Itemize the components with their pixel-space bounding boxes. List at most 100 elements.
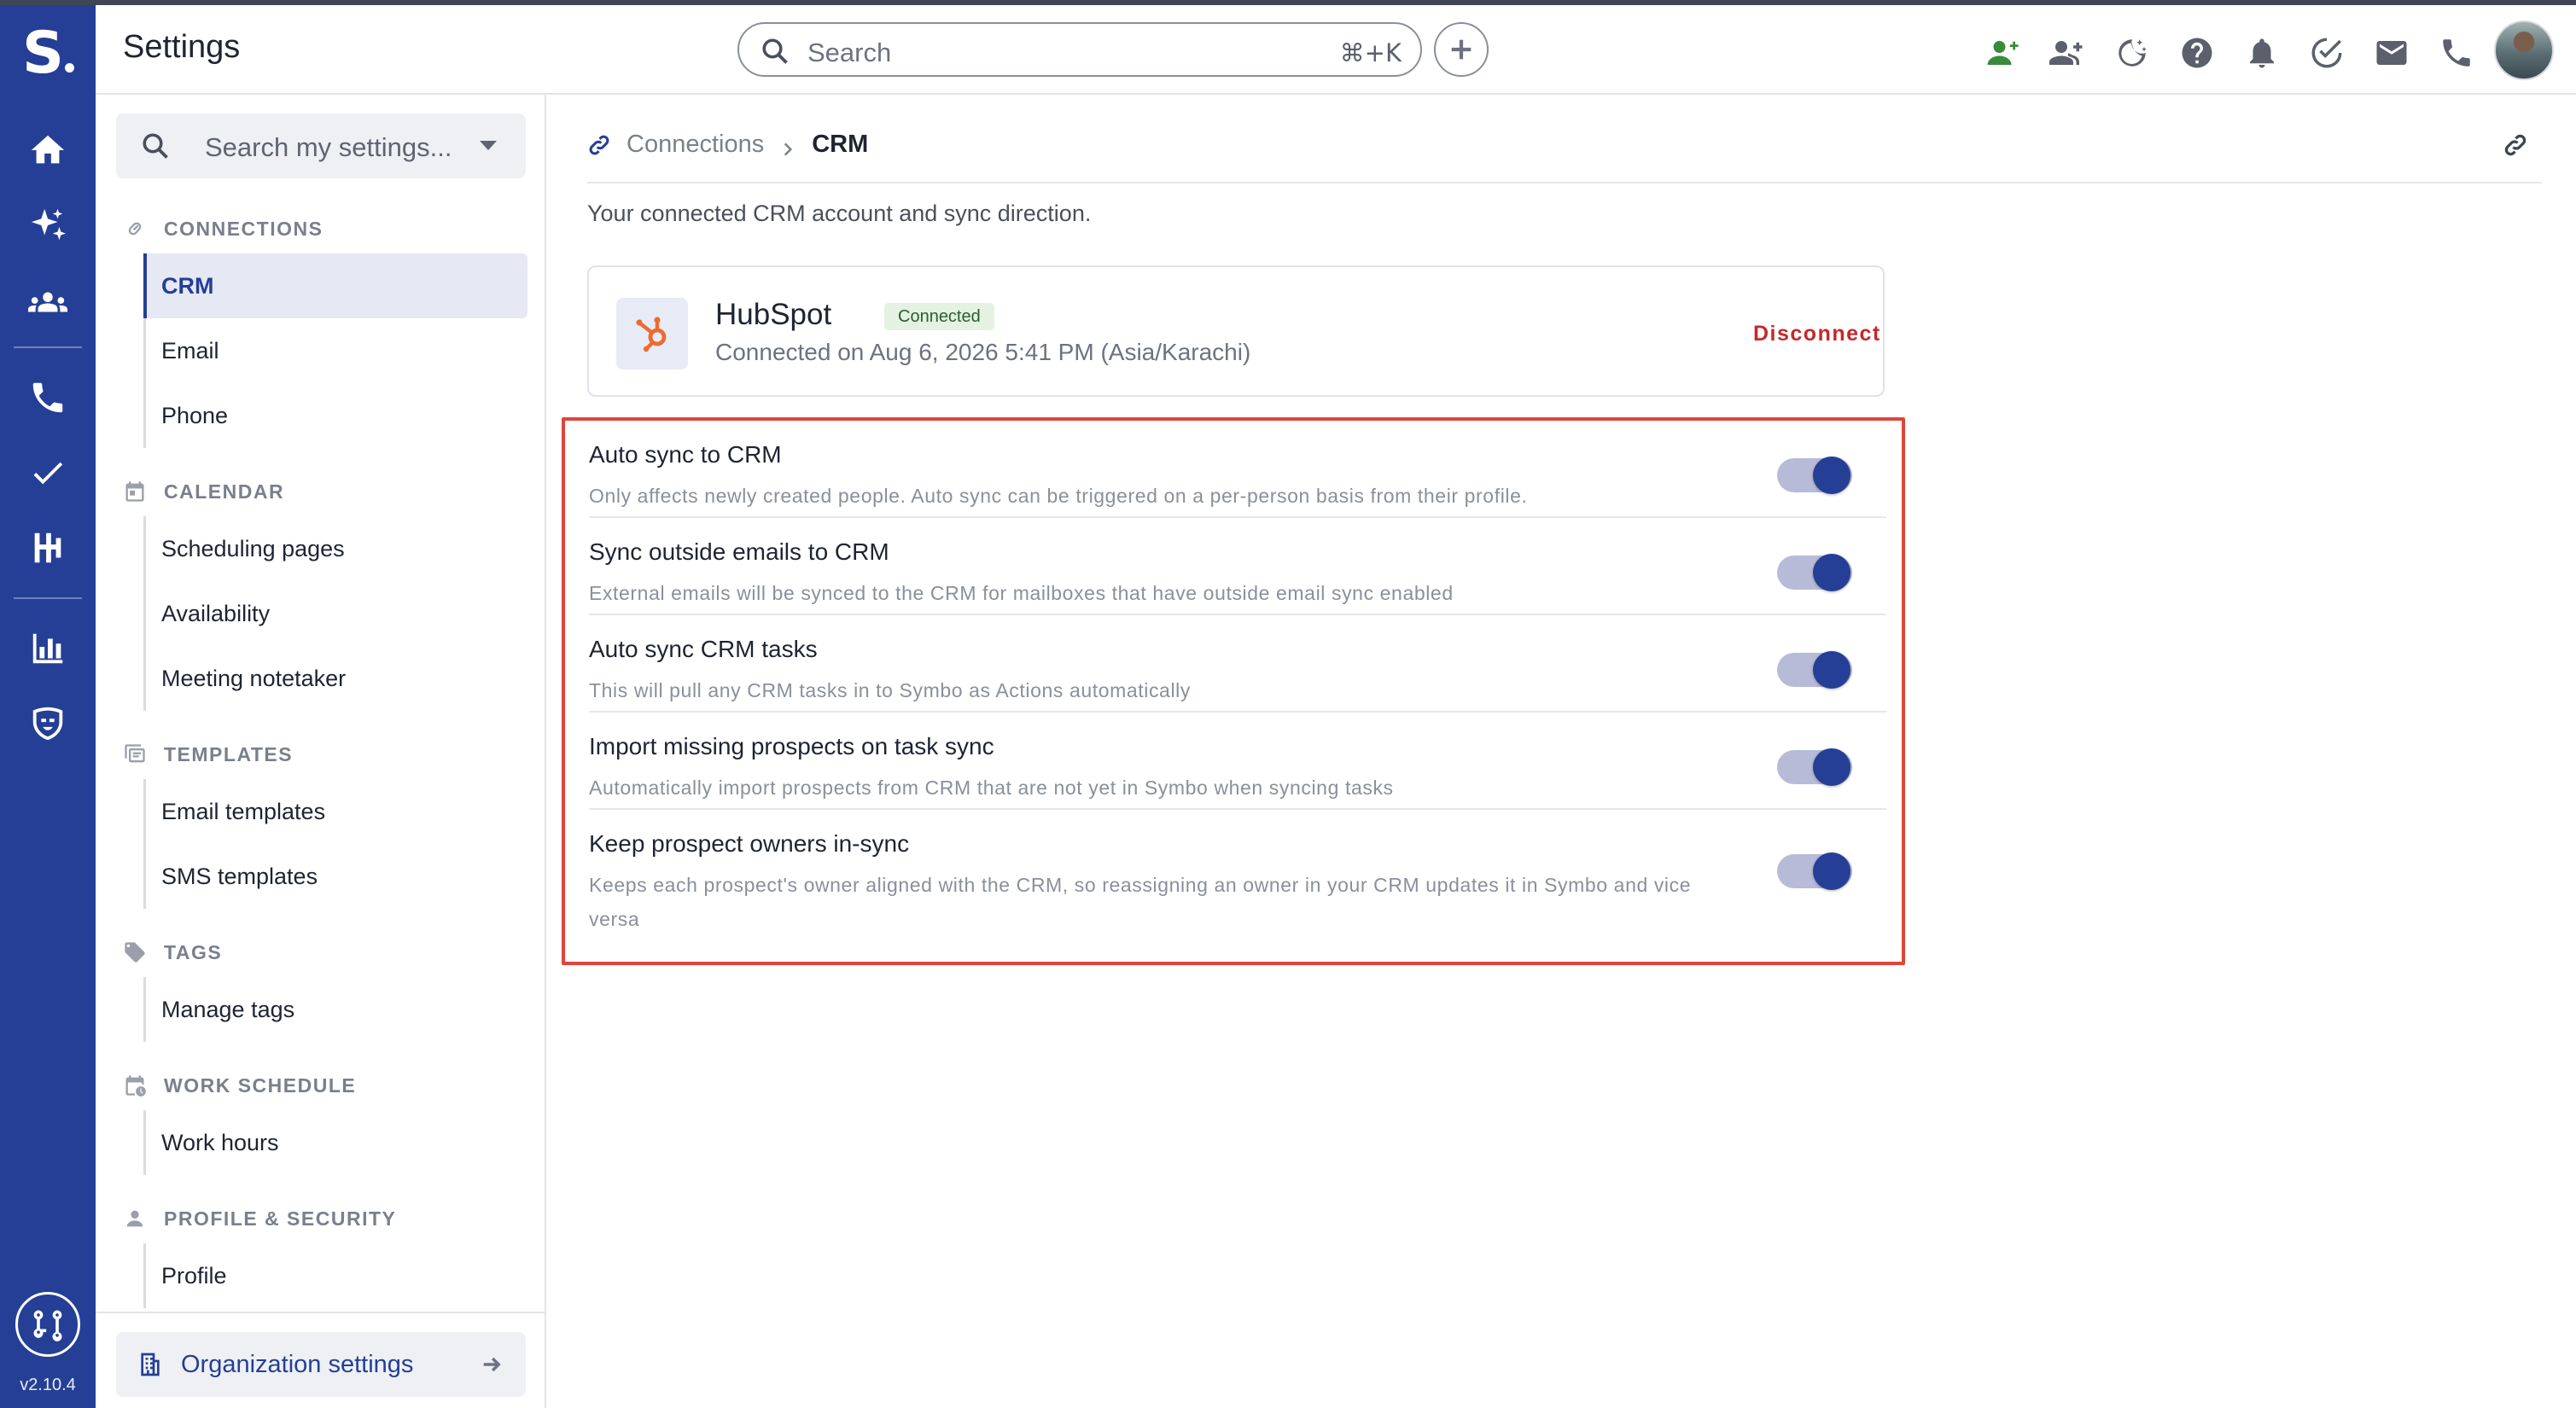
add-group-icon[interactable] bbox=[2049, 34, 2086, 72]
option-keep-owners-in-sync: Keep prospect owners in-sync Keeps each … bbox=[589, 810, 1886, 962]
chevron-down-icon[interactable] bbox=[480, 141, 497, 150]
option-description: External emails will be synced to the CR… bbox=[589, 582, 1454, 604]
section-templates: TEMPLATES bbox=[123, 740, 293, 769]
top-header: Settings Search ⌘+K bbox=[96, 5, 2576, 95]
status-badge: Connected bbox=[884, 303, 994, 330]
settings-sidebar: Search my settings... CONNECTIONS CRM Em… bbox=[96, 95, 546, 1408]
auto-sync-tasks-toggle[interactable] bbox=[1777, 651, 1852, 689]
settings-search-placeholder: Search my settings... bbox=[205, 132, 452, 162]
tag-icon bbox=[123, 940, 147, 964]
toggle-knob bbox=[1813, 748, 1850, 786]
option-title: Keep prospect owners in-sync bbox=[589, 830, 910, 857]
option-auto-sync-crm-tasks: Auto sync CRM tasks This will pull any C… bbox=[589, 615, 1886, 713]
option-sync-outside-emails: Sync outside emails to CRM External emai… bbox=[589, 518, 1886, 615]
sidebar-item-scheduling-pages[interactable]: Scheduling pages bbox=[146, 516, 526, 581]
sparkles-icon[interactable] bbox=[24, 201, 72, 249]
sidebar-item-phone[interactable]: Phone bbox=[146, 383, 526, 448]
import-missing-prospects-toggle[interactable] bbox=[1777, 748, 1852, 786]
auto-sync-toggle[interactable] bbox=[1777, 457, 1852, 494]
toggle-knob bbox=[1813, 651, 1850, 689]
mail-icon[interactable] bbox=[2373, 34, 2410, 72]
app-version: v2.10.4 bbox=[20, 1376, 76, 1394]
copy-link-icon[interactable] bbox=[2503, 132, 2528, 158]
check-icon[interactable] bbox=[24, 449, 72, 497]
link-icon bbox=[123, 217, 147, 241]
hubspot-logo-icon bbox=[616, 298, 688, 369]
owners-in-sync-toggle[interactable] bbox=[1777, 852, 1852, 890]
sidebar-item-work-hours[interactable]: Work hours bbox=[146, 1110, 526, 1175]
search-placeholder: Search bbox=[807, 38, 892, 67]
masks-icon[interactable] bbox=[24, 700, 72, 748]
add-person-icon[interactable] bbox=[1984, 34, 2021, 72]
section-heading: PROFILE & SECURITY bbox=[164, 1207, 397, 1230]
rail-divider bbox=[14, 597, 82, 599]
app-logo[interactable]: S bbox=[22, 24, 77, 84]
integrations-icon[interactable] bbox=[15, 1292, 80, 1357]
templates-nav: Email templates SMS templates bbox=[143, 779, 526, 909]
sync-options-panel: Auto sync to CRM Only affects newly crea… bbox=[562, 417, 1905, 965]
sidebar-item-manage-tags[interactable]: Manage tags bbox=[146, 977, 526, 1042]
do-not-disturb-icon[interactable] bbox=[2113, 34, 2151, 72]
add-button[interactable] bbox=[1434, 22, 1489, 77]
search-icon bbox=[143, 133, 168, 159]
rail-divider bbox=[14, 346, 82, 348]
tags-nav: Manage tags bbox=[143, 977, 526, 1042]
phone-icon[interactable] bbox=[24, 374, 72, 422]
page-subtitle: Your connected CRM account and sync dire… bbox=[587, 201, 1092, 226]
sidebar-item-meeting-notetaker[interactable]: Meeting notetaker bbox=[146, 646, 526, 711]
templates-icon bbox=[123, 742, 147, 766]
organization-settings-label: Organization settings bbox=[181, 1350, 414, 1378]
disconnect-button[interactable]: Disconnect bbox=[1753, 322, 1881, 346]
section-connections: CONNECTIONS bbox=[123, 214, 323, 243]
bell-icon[interactable] bbox=[2243, 34, 2281, 72]
breadcrumb-connections[interactable]: Connections bbox=[627, 131, 764, 159]
search-icon bbox=[762, 38, 788, 64]
toggle-knob bbox=[1813, 554, 1850, 591]
person-icon bbox=[123, 1207, 147, 1231]
section-heading: CALENDAR bbox=[164, 480, 285, 503]
option-description: This will pull any CRM tasks in to Symbo… bbox=[589, 679, 1191, 701]
people-icon[interactable] bbox=[24, 278, 72, 326]
building-icon bbox=[137, 1351, 164, 1378]
arrow-right-icon bbox=[480, 1353, 504, 1376]
option-title: Sync outside emails to CRM bbox=[589, 538, 889, 565]
home-icon[interactable] bbox=[24, 126, 72, 174]
option-description: Keeps each prospect's owner aligned with… bbox=[589, 874, 1692, 930]
section-heading: CONNECTIONS bbox=[164, 217, 323, 240]
crm-connection-card: HubSpot Connected Connected on Aug 6, 20… bbox=[587, 265, 1885, 397]
sidebar-item-crm[interactable]: CRM bbox=[143, 253, 527, 318]
check-circle-icon[interactable] bbox=[2308, 34, 2346, 72]
schedule-icon bbox=[123, 1073, 147, 1097]
option-auto-sync-to-crm: Auto sync to CRM Only affects newly crea… bbox=[589, 421, 1886, 518]
organization-settings-button[interactable]: Organization settings bbox=[116, 1332, 526, 1397]
toggle-knob bbox=[1813, 457, 1850, 494]
sidebar-item-profile[interactable]: Profile bbox=[146, 1243, 526, 1308]
section-heading: TAGS bbox=[164, 940, 223, 963]
option-title: Auto sync CRM tasks bbox=[589, 636, 818, 662]
page-title: Settings bbox=[123, 29, 241, 65]
profile-nav: Profile bbox=[143, 1243, 526, 1308]
section-calendar: CALENDAR bbox=[123, 477, 284, 506]
plus-icon bbox=[1451, 39, 1472, 60]
sidebar-divider bbox=[96, 1312, 545, 1313]
user-avatar[interactable] bbox=[2494, 20, 2554, 80]
global-search-input[interactable]: Search ⌘+K bbox=[737, 22, 1422, 77]
settings-search-input[interactable]: Search my settings... bbox=[116, 113, 526, 178]
option-description: Automatically import prospects from CRM … bbox=[589, 777, 1394, 799]
connections-nav: CRM Email Phone bbox=[143, 253, 527, 448]
sidebar-item-email-templates[interactable]: Email templates bbox=[146, 779, 526, 844]
main-content: Connections CRM Your connected CRM accou… bbox=[546, 95, 2576, 1408]
sidebar-item-email[interactable]: Email bbox=[146, 318, 526, 383]
option-description: Only affects newly created people. Auto … bbox=[589, 485, 1528, 507]
calendar-icon bbox=[123, 480, 147, 503]
sidebar-item-availability[interactable]: Availability bbox=[146, 581, 526, 646]
sequence-icon[interactable] bbox=[24, 524, 72, 572]
chart-icon[interactable] bbox=[24, 625, 72, 672]
section-work-schedule: WORK SCHEDULE bbox=[123, 1071, 356, 1100]
section-heading: WORK SCHEDULE bbox=[164, 1073, 357, 1097]
phone-icon[interactable] bbox=[2438, 34, 2475, 72]
help-icon[interactable] bbox=[2178, 34, 2216, 72]
sidebar-item-sms-templates[interactable]: SMS templates bbox=[146, 844, 526, 909]
section-profile-security: PROFILE & SECURITY bbox=[123, 1204, 396, 1233]
sync-outside-emails-toggle[interactable] bbox=[1777, 554, 1852, 591]
